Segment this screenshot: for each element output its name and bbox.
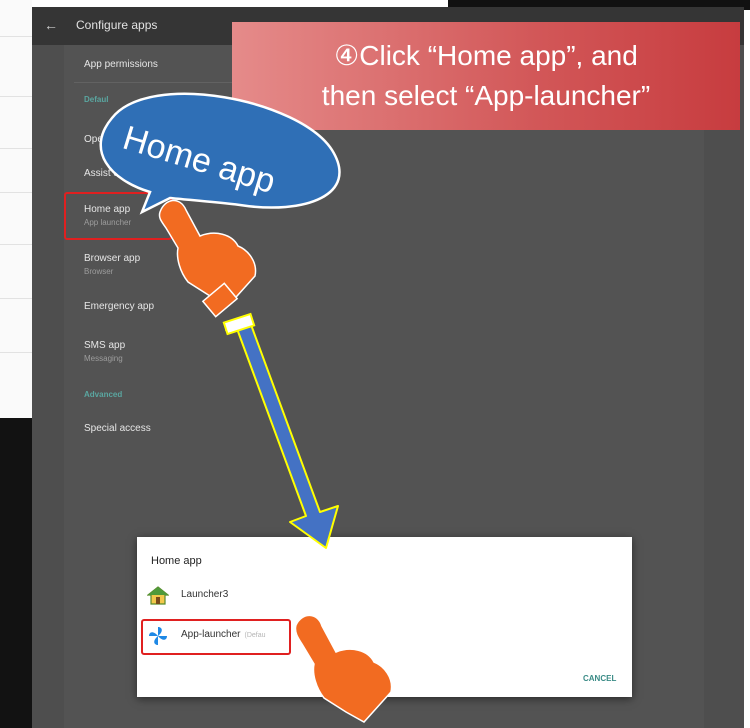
annotation-overlay — [158, 199, 393, 723]
down-arrow — [222, 312, 339, 549]
pointing-hand-icon — [294, 614, 393, 723]
pointing-hand-icon — [158, 199, 257, 318]
